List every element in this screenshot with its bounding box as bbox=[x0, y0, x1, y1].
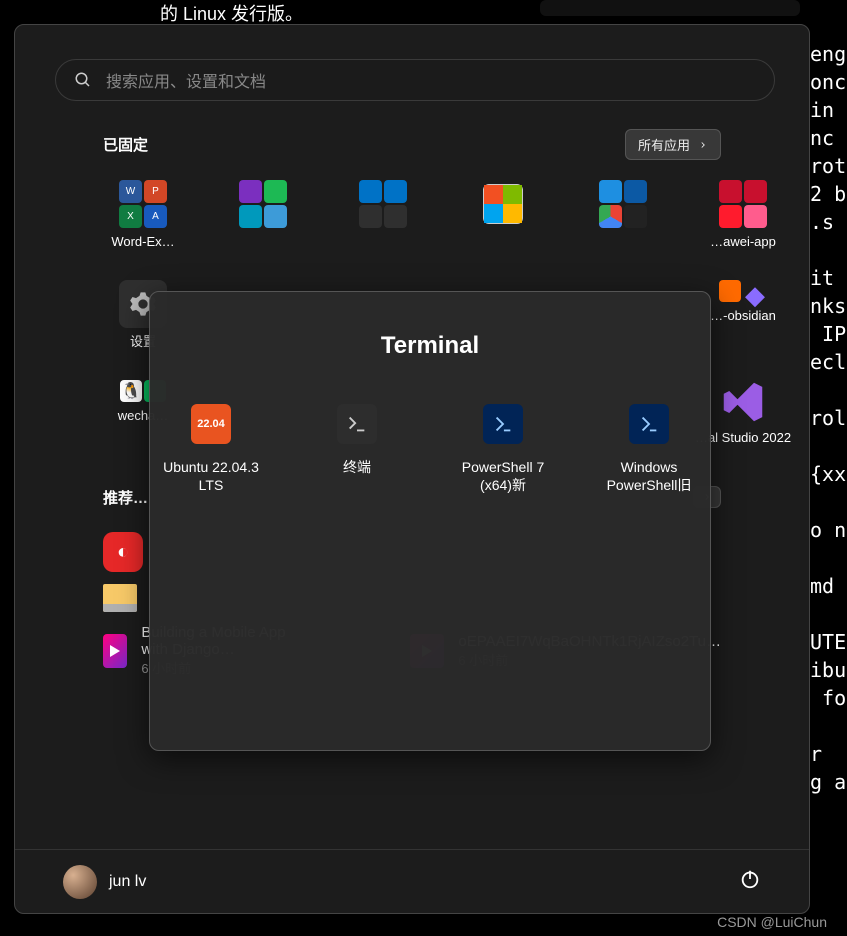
search-bar[interactable]: 搜索应用、设置和文档 bbox=[55, 59, 775, 101]
terminal-profile-windows-powershell[interactable]: Windows PowerShell旧 bbox=[594, 404, 704, 494]
microsoft-store-icon bbox=[479, 180, 527, 228]
chevron-right-icon bbox=[698, 140, 708, 150]
background-doc-text: 的 Linux 发行版。 bbox=[160, 0, 303, 26]
visual-studio-icon bbox=[721, 380, 765, 424]
watermark: CSDN @LuiChun bbox=[717, 914, 827, 930]
video-file-icon bbox=[103, 634, 127, 668]
folder-icon bbox=[103, 584, 137, 612]
app-icon: ◐ bbox=[103, 532, 143, 572]
search-icon bbox=[74, 71, 92, 89]
pinned-tile-office[interactable]: WPXA Word-Ex… bbox=[83, 176, 203, 276]
ubuntu-icon: 22.04 bbox=[191, 404, 231, 444]
background-terminal-tab bbox=[540, 0, 800, 16]
terminal-profile-powershell7[interactable]: PowerShell 7 (x64)新 bbox=[448, 404, 558, 494]
media-folder-icon bbox=[239, 180, 287, 228]
all-apps-label: 所有应用 bbox=[638, 135, 690, 154]
user-account-button[interactable]: jun lv bbox=[63, 865, 146, 899]
terminal-profile-default[interactable]: 终端 bbox=[302, 404, 412, 494]
powershell-icon bbox=[483, 404, 523, 444]
start-menu-footer: jun lv bbox=[15, 849, 809, 913]
browsers-folder-icon bbox=[599, 180, 647, 228]
background-terminal-text: eng onc in nc rot 2 b .s it nks IP ecl r… bbox=[810, 40, 846, 796]
office-folder-icon: WPXA bbox=[119, 180, 167, 228]
avatar bbox=[63, 865, 97, 899]
pinned-tile-media[interactable] bbox=[203, 176, 323, 276]
tile-label: Word-Ex… bbox=[111, 234, 174, 250]
terminal-profiles-flyout: Terminal 22.04 Ubuntu 22.04.3 LTS 终端 Pow… bbox=[149, 291, 711, 751]
tile-label: …awei-app bbox=[710, 234, 776, 250]
pinned-tile-store[interactable] bbox=[443, 176, 563, 276]
user-name: jun lv bbox=[109, 873, 146, 891]
profile-label: Ubuntu 22.04.3 LTS bbox=[156, 458, 266, 494]
search-placeholder: 搜索应用、设置和文档 bbox=[106, 68, 266, 92]
utilities-folder-icon bbox=[359, 180, 407, 228]
power-button[interactable] bbox=[739, 868, 761, 895]
profile-label: 终端 bbox=[343, 458, 371, 476]
pinned-title: 已固定 bbox=[103, 134, 148, 155]
obsidian-folder-icon: ◆ bbox=[719, 280, 767, 302]
pinned-tile-utilities[interactable] bbox=[323, 176, 443, 276]
profile-label: PowerShell 7 (x64)新 bbox=[448, 458, 558, 494]
tile-label: …-obsidian bbox=[710, 308, 776, 324]
pinned-tile-huawei[interactable]: …awei-app bbox=[683, 176, 803, 276]
powershell-icon bbox=[629, 404, 669, 444]
recommended-title: 推荐… bbox=[103, 487, 148, 508]
all-apps-button[interactable]: 所有应用 bbox=[625, 129, 721, 160]
flyout-title: Terminal bbox=[381, 332, 479, 360]
power-icon bbox=[739, 868, 761, 890]
terminal-icon bbox=[337, 404, 377, 444]
profile-label: Windows PowerShell旧 bbox=[594, 458, 704, 494]
terminal-profile-ubuntu[interactable]: 22.04 Ubuntu 22.04.3 LTS bbox=[156, 404, 266, 494]
start-menu: 搜索应用、设置和文档 已固定 所有应用 WPXA Word-Ex… bbox=[14, 24, 810, 914]
huawei-folder-icon bbox=[719, 180, 767, 228]
pinned-tile-browsers[interactable] bbox=[563, 176, 683, 276]
